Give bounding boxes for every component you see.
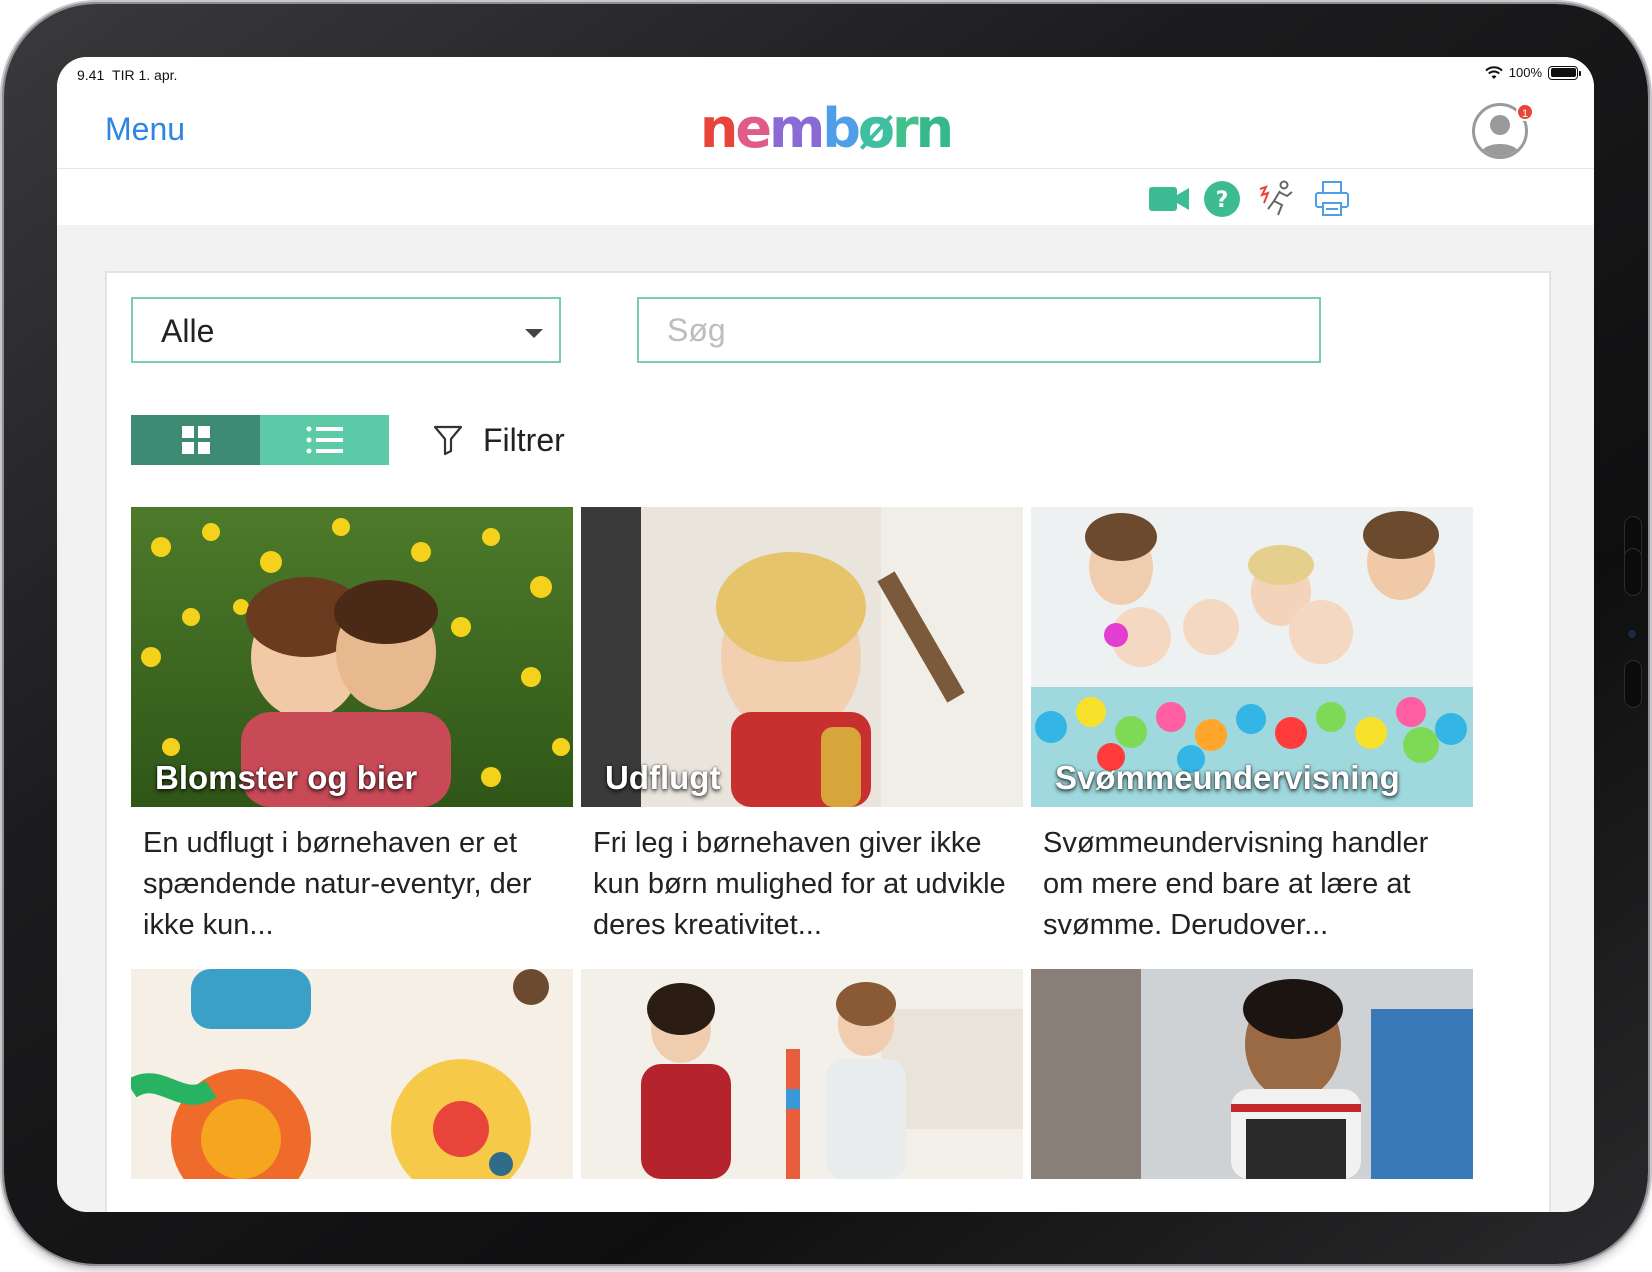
card-description: Svømmeundervisning handler om mere end b…: [1043, 827, 1429, 941]
article-card[interactable]: Blomster og bier En udflugt i børnehaven…: [131, 507, 573, 946]
front-camera: [1628, 630, 1636, 638]
side-button: [1624, 660, 1642, 708]
logo-letter: m: [768, 97, 825, 160]
logo-letter: ø: [857, 97, 895, 160]
logo-letter: n: [915, 97, 954, 160]
article-card[interactable]: [131, 969, 573, 1179]
card-title: Blomster og bier: [155, 759, 418, 796]
search-input[interactable]: [637, 297, 1321, 363]
category-select[interactable]: Alle: [131, 297, 561, 363]
list-view-button[interactable]: [260, 415, 389, 465]
toolbar: ?: [57, 169, 1594, 225]
help-icon[interactable]: ?: [1200, 179, 1244, 219]
card-image: [1031, 969, 1473, 1179]
category-select-value: Alle: [161, 313, 215, 349]
filter-button[interactable]: Filtrer: [433, 415, 565, 465]
status-time: 9.41 TIR 1. apr.: [77, 67, 178, 83]
video-camera-icon[interactable]: [1147, 179, 1191, 219]
battery-icon: [1548, 65, 1581, 80]
screen: 9.41 TIR 1. apr. 100% Menu nembørn 1 ? A…: [57, 57, 1594, 1212]
article-card[interactable]: [581, 969, 1023, 1179]
card-image: [131, 969, 573, 1179]
notification-badge: 1: [1516, 103, 1534, 121]
logo-letter: r: [892, 97, 919, 160]
card-image: Svømmeundervisning: [1031, 507, 1473, 807]
print-icon[interactable]: [1310, 179, 1354, 219]
logo-letter: b: [822, 97, 861, 160]
list-icon: [306, 426, 343, 454]
content-panel: Alle Søg Filtrer Blomster og bier En udf…: [105, 271, 1551, 1212]
emergency-exit-icon[interactable]: [1254, 179, 1298, 219]
grid-view-button[interactable]: [131, 415, 260, 465]
card-image: Udflugt: [581, 507, 1023, 807]
card-image: Blomster og bier: [131, 507, 573, 807]
nav-bar: Menu nembørn 1: [57, 93, 1594, 169]
article-card[interactable]: Svømmeundervisning Svømmeundervisning ha…: [1031, 507, 1473, 946]
article-card[interactable]: Udflugt Fri leg i børnehaven giver ikke …: [581, 507, 1023, 946]
chevron-down-icon: [525, 329, 543, 338]
view-toggle: [131, 415, 389, 465]
status-right: 100%: [1485, 65, 1581, 80]
card-image: [581, 969, 1023, 1179]
svg-text:?: ?: [1216, 188, 1229, 213]
status-bar: 9.41 TIR 1. apr. 100%: [57, 57, 1594, 93]
filter-icon: [433, 425, 463, 456]
card-title: Udflugt: [605, 759, 721, 796]
article-card[interactable]: [1031, 969, 1473, 1179]
card-description: Fri leg i børnehaven giver ikke kun børn…: [593, 827, 1006, 941]
app-logo: nembørn: [699, 97, 954, 161]
logo-letter: n: [699, 97, 738, 160]
battery-percent: 100%: [1508, 65, 1542, 80]
card-title: Svømmeundervisning: [1055, 759, 1400, 796]
grid-icon: [181, 426, 210, 454]
card-description: En udflugt i børnehaven er et spændende …: [143, 827, 532, 941]
logo-letter: e: [735, 97, 772, 160]
side-button: [1624, 548, 1642, 596]
filter-label: Filtrer: [483, 421, 565, 458]
wifi-icon: [1485, 65, 1503, 79]
menu-button[interactable]: Menu: [105, 111, 185, 148]
